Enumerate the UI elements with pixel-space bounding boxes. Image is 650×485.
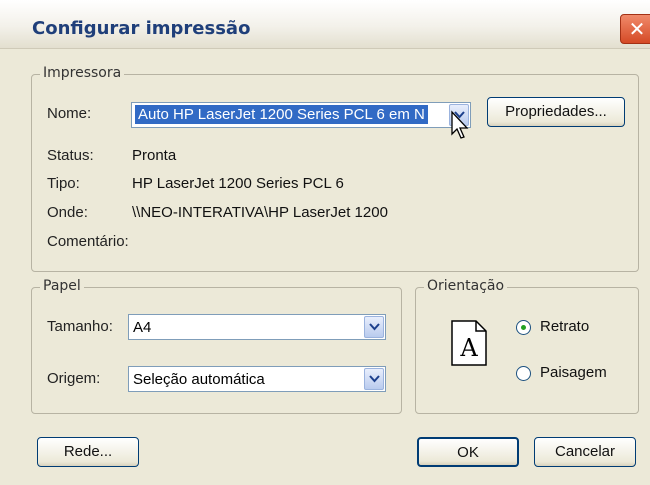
page-icon-letter: A bbox=[459, 334, 478, 362]
ok-button[interactable]: OK bbox=[417, 437, 519, 467]
comment-label: Comentário: bbox=[47, 233, 129, 250]
close-button[interactable]: ✕ bbox=[620, 14, 650, 44]
paper-size-select[interactable]: A4 bbox=[128, 314, 386, 340]
properties-button[interactable]: Propriedades... bbox=[487, 97, 625, 127]
portrait-label: Retrato bbox=[540, 318, 590, 335]
paper-size-value: A4 bbox=[133, 319, 152, 336]
status-value: Pronta bbox=[132, 147, 177, 164]
printer-name-value: Auto HP LaserJet 1200 Series PCL 6 em N bbox=[135, 105, 428, 124]
portrait-radio[interactable] bbox=[516, 320, 531, 335]
landscape-option[interactable]: Paisagem bbox=[516, 364, 626, 384]
print-setup-dialog: Configurar impressão ✕ Impressora Nome: … bbox=[0, 0, 650, 485]
landscape-radio[interactable] bbox=[516, 366, 531, 381]
where-value: \\NEO-INTERATIVA\HP LaserJet 1200 bbox=[132, 204, 388, 221]
properties-label: Propriedades... bbox=[505, 103, 607, 120]
cancel-button[interactable]: Cancelar bbox=[534, 437, 636, 467]
dialog-title: Configurar impressão bbox=[32, 18, 251, 39]
chevron-down-icon[interactable] bbox=[364, 368, 384, 390]
name-label: Nome: bbox=[47, 105, 92, 122]
status-label: Status: bbox=[47, 147, 94, 164]
landscape-label: Paisagem bbox=[540, 364, 607, 381]
network-label: Rede... bbox=[63, 443, 113, 460]
type-value: HP LaserJet 1200 Series PCL 6 bbox=[132, 175, 344, 192]
orientation-group: Orientação A Retrato Paisagem bbox=[415, 278, 639, 414]
where-label: Onde: bbox=[47, 204, 88, 221]
portrait-option[interactable]: Retrato bbox=[516, 318, 626, 338]
orientation-legend: Orientação bbox=[424, 278, 508, 294]
type-label: Tipo: bbox=[47, 175, 80, 192]
printer-legend: Impressora bbox=[40, 65, 125, 81]
paper-legend: Papel bbox=[40, 278, 84, 294]
ok-label: OK bbox=[457, 444, 479, 461]
paper-group: Papel Tamanho: A4 Origem: Seleção automá… bbox=[31, 278, 402, 414]
paper-source-select[interactable]: Seleção automática bbox=[128, 366, 386, 392]
network-button[interactable]: Rede... bbox=[37, 437, 139, 467]
portrait-page-icon: A bbox=[451, 320, 487, 366]
radio-selected-dot bbox=[521, 325, 526, 330]
title-bar[interactable]: Configurar impressão ✕ bbox=[0, 0, 650, 49]
source-label: Origem: bbox=[47, 370, 101, 387]
mouse-cursor-icon bbox=[451, 110, 469, 139]
size-label: Tamanho: bbox=[47, 318, 113, 335]
close-icon: ✕ bbox=[628, 19, 646, 41]
printer-name-select[interactable]: Auto HP LaserJet 1200 Series PCL 6 em N bbox=[131, 102, 471, 128]
printer-group: Impressora Nome: Auto HP LaserJet 1200 S… bbox=[31, 65, 639, 272]
cancel-label: Cancelar bbox=[554, 443, 616, 460]
chevron-down-icon[interactable] bbox=[364, 316, 384, 338]
paper-source-value: Seleção automática bbox=[133, 371, 265, 388]
